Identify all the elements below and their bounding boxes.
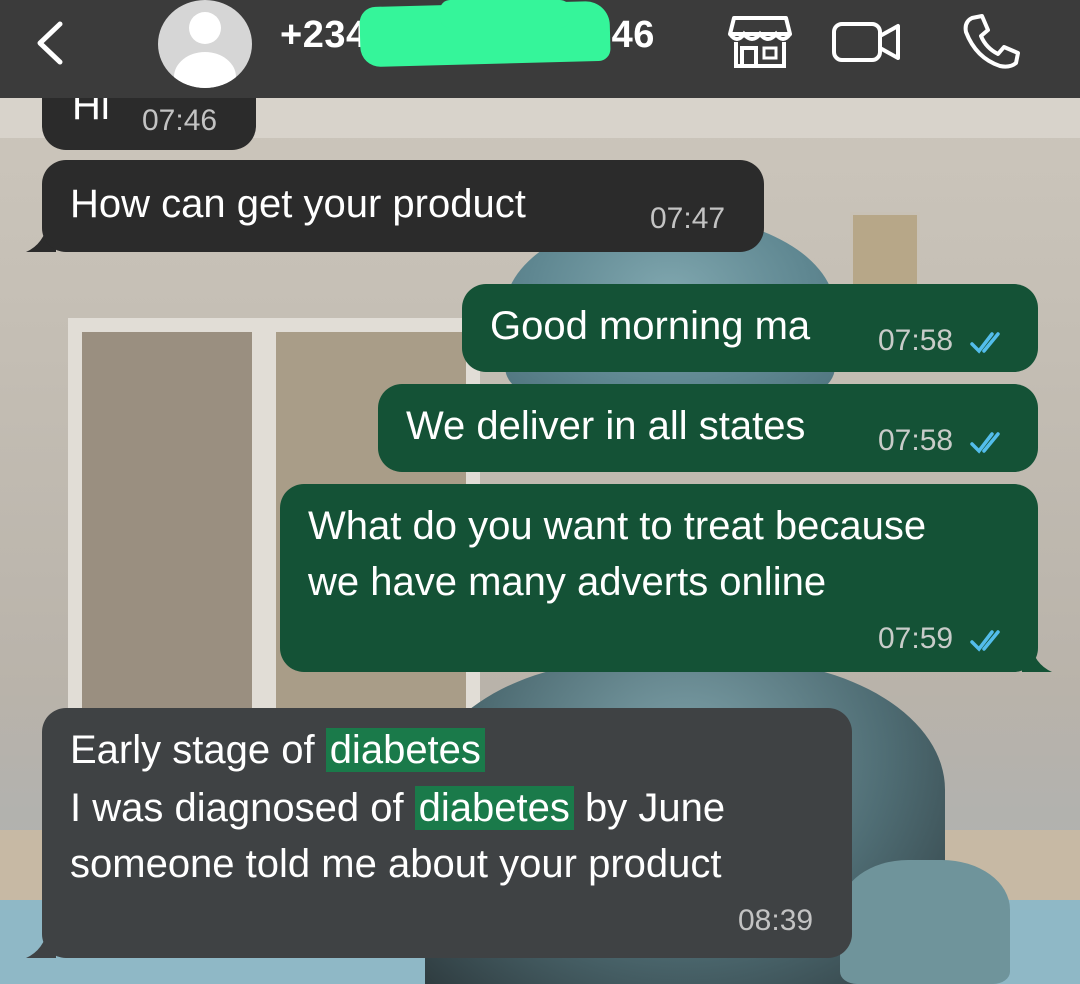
message-text-segment: I was diagnosed of — [70, 786, 415, 830]
search-match-highlight: diabetes — [414, 786, 574, 830]
phone-icon — [963, 14, 1020, 69]
message-time: 07:58 — [878, 424, 954, 457]
message-time: 07:46 — [142, 104, 218, 137]
message-text-segment: Early stage of — [70, 728, 326, 772]
incoming-message[interactable]: Early stage of diabetes I was diagnosed … — [42, 708, 852, 958]
incoming-message[interactable]: How can get your product 07:47 — [42, 160, 764, 252]
message-text-line: I was diagnosed of diabetes by June — [70, 780, 725, 836]
contact-number-prefix: +234 — [280, 14, 368, 56]
chevron-left-icon — [37, 21, 63, 65]
back-button[interactable] — [28, 18, 78, 68]
message-list[interactable]: Hi 07:46 How can get your product 07:47 … — [0, 98, 1080, 984]
outgoing-message[interactable]: What do you want to treat because we hav… — [280, 484, 1038, 672]
voice-call-button[interactable] — [960, 12, 1022, 70]
read-receipt-icon — [970, 630, 1000, 652]
video-call-button[interactable] — [830, 12, 902, 70]
search-match-highlight: diabetes — [325, 728, 485, 772]
video-camera-icon — [832, 22, 900, 62]
message-text: We deliver in all states — [406, 404, 806, 448]
message-text-line: we have many adverts online — [308, 560, 827, 604]
message-text-line: someone told me about your product — [70, 842, 722, 886]
outgoing-message[interactable]: We deliver in all states 07:58 — [378, 384, 1038, 472]
outgoing-message[interactable]: Good morning ma 07:58 — [462, 284, 1038, 372]
avatar-body — [174, 52, 236, 88]
catalog-store-button[interactable] — [728, 12, 792, 70]
message-text-line: What do you want to treat because — [308, 504, 927, 548]
incoming-message[interactable]: Hi 07:46 — [42, 98, 256, 150]
message-time: 07:47 — [650, 202, 726, 235]
read-receipt-icon — [970, 332, 1000, 354]
message-text: How can get your product — [70, 182, 526, 226]
chat-header: +234 46 — [0, 0, 1080, 98]
redaction-mark — [440, 0, 570, 28]
store-icon — [728, 16, 792, 68]
message-time: 07:58 — [878, 324, 954, 357]
read-receipt-icon — [970, 432, 1000, 454]
message-text: Hi — [72, 98, 110, 128]
contact-avatar[interactable] — [158, 0, 252, 88]
message-text-line: Early stage of diabetes — [70, 722, 485, 778]
message-time: 08:39 — [738, 904, 814, 937]
message-text-segment: by June — [573, 786, 726, 830]
contact-number-suffix: 46 — [611, 14, 655, 56]
message-text: Good morning ma — [490, 304, 811, 348]
message-time: 07:59 — [878, 622, 954, 655]
avatar-head — [189, 12, 221, 44]
